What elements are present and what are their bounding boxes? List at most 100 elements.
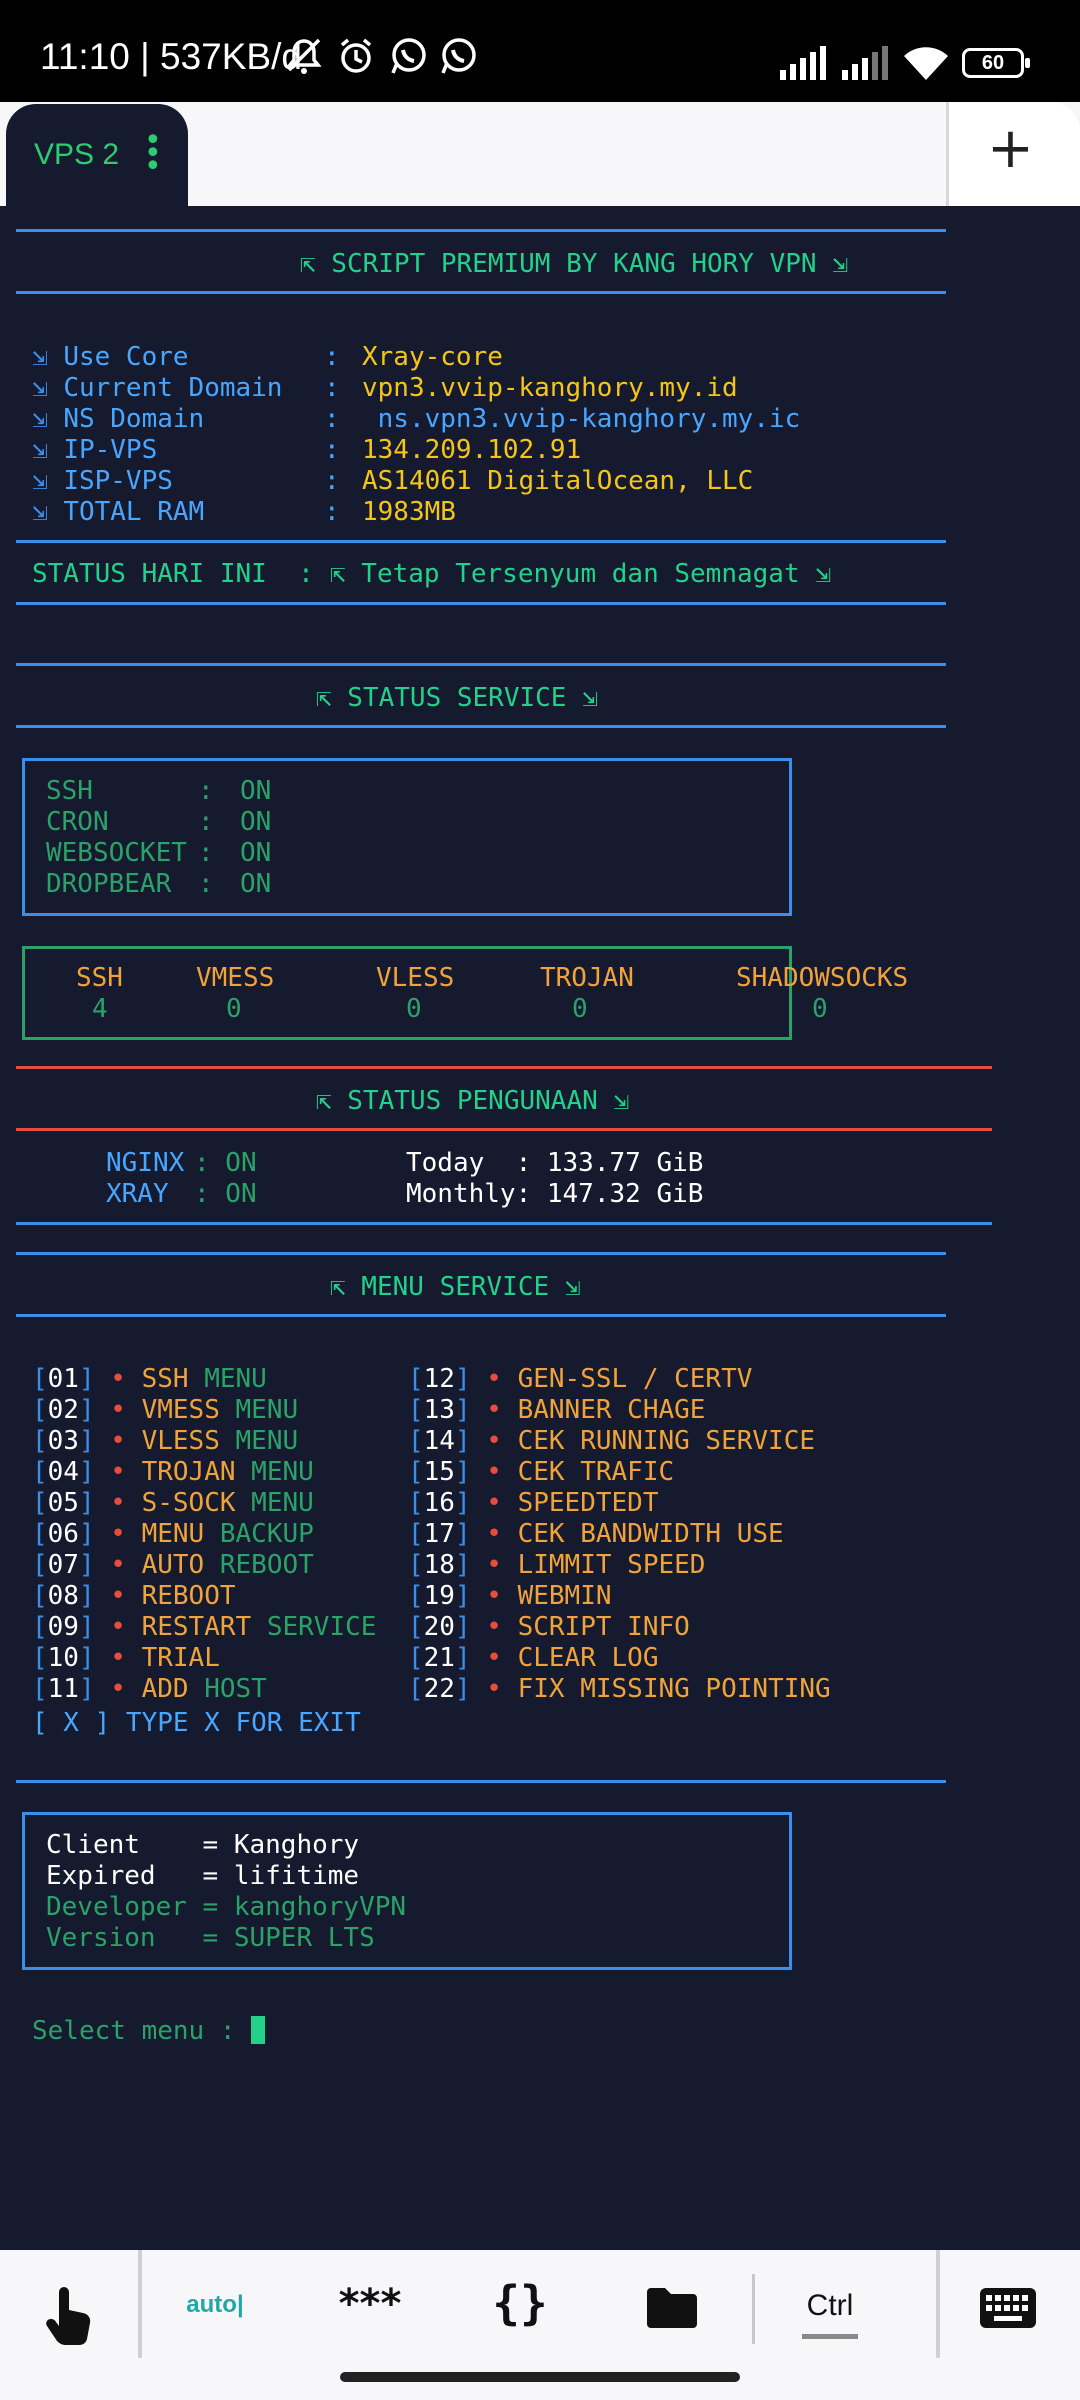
menu-label: VLESS [141,1426,220,1456]
developer-name: Developer = kanghoryVPN [46,1892,407,1922]
bullet-icon: • [110,1581,126,1611]
service-separator: : [198,776,214,806]
client-name: Client = Kanghory [46,1830,360,1860]
menu-label: TROJAN [141,1457,236,1487]
menu-item[interactable]: [04] • TROJAN MENU [32,1457,314,1488]
menu-number: 01 [47,1364,79,1394]
exit-option[interactable]: [ X ] TYPE X FOR EXIT [32,1708,361,1739]
bullet-icon: • [110,1488,126,1518]
ctrl-key[interactable]: Ctrl [790,2286,870,2346]
divider [16,229,946,232]
cursor [251,2016,266,2044]
menu-item[interactable]: [22] • FIX MISSING POINTING [408,1674,831,1705]
ctrl-key-label: Ctrl [806,2289,854,2322]
home-indicator[interactable] [340,2372,740,2382]
menu-number: 11 [47,1674,79,1704]
menu-item[interactable]: [03] • VLESS MENU [32,1426,298,1457]
arrow-icon: ⇲ [32,435,48,465]
bullet-icon: • [486,1457,502,1487]
touch-hand-icon[interactable] [36,2282,102,2345]
menu-item[interactable]: [01] • SSH MENU [32,1364,267,1395]
menu-label: FIX MISSING POINTING [517,1674,831,1704]
service-state: ON [240,869,272,899]
key-separator [752,2274,755,2344]
divider [16,1314,946,1317]
divider [16,725,946,728]
service-separator: : [198,807,214,837]
bullet-icon: • [110,1519,126,1549]
menu-number: 12 [423,1364,455,1394]
tab-vps-2[interactable]: VPS 2 • • • [6,104,188,206]
menu-item[interactable]: [02] • VMESS MENU [32,1395,298,1426]
bullet-icon: • [110,1426,126,1456]
arrow-icon: ⇲ [32,373,48,403]
version-label: Version = SUPER LTS [46,1923,375,1953]
auto-key[interactable]: auto| [170,2286,260,2346]
menu-item[interactable]: [12] • GEN-SSL / CERTV [408,1364,752,1395]
bullet-icon: • [110,1643,126,1673]
menu-item[interactable]: [16] • SPEEDTEDT [408,1488,658,1519]
info-label: Use Core [63,342,283,372]
bullet-icon: • [486,1364,502,1394]
nginx-label: NGINX [106,1148,185,1178]
account-count: 0 [226,994,242,1024]
menu-label-suffix: REBOOT [204,1550,314,1580]
menu-label: VMESS [141,1395,220,1425]
menu-item[interactable]: [20] • SCRIPT INFO [408,1612,690,1643]
menu-number: 10 [47,1643,79,1673]
divider [16,1780,946,1783]
braces-key[interactable]: {} [480,2276,560,2336]
folder-icon[interactable] [642,2286,702,2346]
bullet-icon: • [110,1674,126,1704]
alarm-icon [336,36,376,85]
service-name: CRON [46,807,187,837]
stars-key[interactable]: *** [320,2280,420,2340]
divider [16,602,946,605]
add-tab-button[interactable]: + [946,102,1080,206]
menu-item[interactable]: [07] • AUTO REBOOT [32,1550,314,1581]
info-separator: : [324,404,340,434]
info-row: ⇲ ISP-VPS [32,466,282,497]
keyboard-icon[interactable] [978,2288,1038,2348]
menu-item[interactable]: [10] • TRIAL [32,1643,220,1674]
menu-label: GEN-SSL / CERTV [517,1364,753,1394]
arrow-icon: ⇲ [32,342,48,372]
menu-number: 17 [423,1519,455,1549]
bullet-icon: • [110,1612,126,1642]
menu-item[interactable]: [14] • CEK RUNNING SERVICE [408,1426,815,1457]
menu-label: REBOOT [141,1581,236,1611]
menu-item[interactable]: [06] • MENU BACKUP [32,1519,314,1550]
menu-number: 22 [423,1674,455,1704]
menu-label: S-SOCK [141,1488,236,1518]
tab-label: VPS 2 [34,138,120,171]
menu-number: 06 [47,1519,79,1549]
menu-label: CEK TRAFIC [517,1457,675,1487]
menu-number: 19 [423,1581,455,1611]
menu-item[interactable]: [17] • CEK BANDWIDTH USE [408,1519,784,1550]
usage-title: ⇱ STATUS PENGUNAAN ⇲ [316,1086,630,1116]
nginx-state: : ON [194,1148,257,1178]
service-name: WEBSOCKET [46,838,187,868]
menu-item[interactable]: [19] • WEBMIN [408,1581,612,1612]
menu-item[interactable]: [21] • CLEAR LOG [408,1643,658,1674]
account-count: 4 [92,994,108,1024]
bullet-icon: • [110,1364,126,1394]
bullet-icon: • [486,1426,502,1456]
divider [16,663,946,666]
banner-title: ⇱ SCRIPT PREMIUM BY KANG HORY VPN ⇲ [300,249,848,279]
menu-item[interactable]: [09] • RESTART SERVICE [32,1612,376,1643]
info-row: ⇲ Use Core [32,342,282,373]
bullet-icon: • [486,1581,502,1611]
info-label: NS Domain [63,404,283,434]
menu-number: 20 [423,1612,455,1642]
command-prompt[interactable]: Select menu : [32,2016,266,2047]
menu-item[interactable]: [15] • CEK TRAFIC [408,1457,674,1488]
vertical-dots-icon[interactable]: • • • [144,126,162,182]
menu-item[interactable]: [08] • REBOOT [32,1581,236,1612]
menu-number: 14 [423,1426,455,1456]
menu-label: WEBMIN [517,1581,612,1611]
menu-item[interactable]: [13] • BANNER CHAGE [408,1395,705,1426]
menu-item[interactable]: [11] • ADD HOST [32,1674,267,1705]
menu-item[interactable]: [05] • S-SOCK MENU [32,1488,314,1519]
menu-item[interactable]: [18] • LIMMIT SPEED [408,1550,705,1581]
